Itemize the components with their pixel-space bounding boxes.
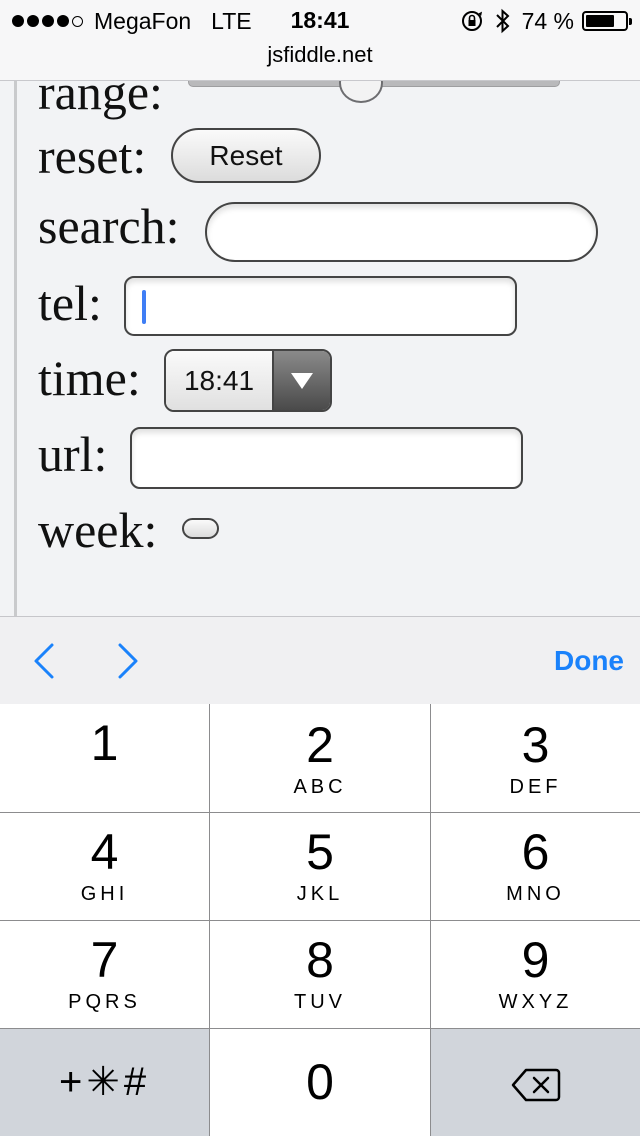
search-label: search: <box>38 198 180 254</box>
key-letters: TUV <box>294 991 346 1013</box>
text-cursor <box>142 290 146 324</box>
url-label: url: <box>38 426 108 482</box>
key-7[interactable]: 7 PQRS <box>0 921 210 1029</box>
numeric-keypad: 1 2 ABC 3 DEF 4 GHI 5 JKL 6 MNO 7 PQRS 8… <box>0 704 640 1136</box>
key-digit: 8 <box>306 932 334 988</box>
done-button[interactable]: Done <box>554 645 624 677</box>
battery-icon <box>582 11 632 31</box>
keyboard-accessory-bar: Done <box>0 616 640 705</box>
key-letters: WXYZ <box>498 991 573 1013</box>
key-digit: 2 <box>306 717 334 773</box>
tel-label: tel: <box>38 275 102 331</box>
battery-percent: 74 % <box>521 7 574 34</box>
key-9[interactable]: 9 WXYZ <box>431 921 640 1029</box>
dropdown-arrow-icon[interactable] <box>272 351 330 410</box>
bluetooth-icon <box>494 8 512 34</box>
symbols-key[interactable]: +✳# <box>0 1029 210 1136</box>
key-2[interactable]: 2 ABC <box>210 704 431 813</box>
key-8[interactable]: 8 TUV <box>210 921 431 1029</box>
key-digit: 7 <box>90 932 119 988</box>
key-letters: JKL <box>296 883 344 905</box>
week-label: week: <box>38 502 158 558</box>
time-value: 18:41 <box>166 351 272 410</box>
key-digit: 5 <box>306 824 334 880</box>
page-content: range: reset: Reset search: tel: time: 1… <box>0 81 640 616</box>
range-slider-thumb[interactable] <box>339 81 383 103</box>
key-letters: DEF <box>509 776 562 798</box>
previous-field-icon[interactable] <box>24 639 64 683</box>
key-3[interactable]: 3 DEF <box>431 704 640 813</box>
key-letters: GHI <box>80 883 129 905</box>
key-letters: PQRS <box>68 991 141 1013</box>
key-6[interactable]: 6 MNO <box>431 813 640 921</box>
week-input[interactable] <box>182 518 219 539</box>
status-bar: MegaFon LTE 18:41 74 % jsfiddle.net <box>0 0 640 81</box>
signal-strength-icon <box>12 15 86 27</box>
key-4[interactable]: 4 GHI <box>0 813 210 921</box>
url-input[interactable] <box>130 427 523 489</box>
key-digit: 0 <box>306 1054 334 1110</box>
key-digit: 3 <box>521 717 550 773</box>
key-digit: 1 <box>90 715 119 771</box>
status-left: MegaFon LTE <box>12 7 252 35</box>
symbols-label: +✳# <box>58 1060 151 1104</box>
next-field-icon[interactable] <box>108 639 148 683</box>
key-digit: 6 <box>521 824 550 880</box>
range-label: range: <box>38 81 163 120</box>
key-digit: 9 <box>521 932 550 988</box>
key-letters: MNO <box>506 883 565 905</box>
tel-input[interactable] <box>124 276 517 336</box>
carrier-name: MegaFon <box>94 7 192 34</box>
status-right: 74 % <box>450 7 632 35</box>
key-0[interactable]: 0 <box>210 1029 431 1136</box>
key-letters: ABC <box>293 776 347 798</box>
orientation-lock-icon <box>460 9 484 33</box>
key-digit: 4 <box>90 824 119 880</box>
backspace-icon <box>511 1068 560 1102</box>
content-border <box>14 81 17 616</box>
address-url[interactable]: jsfiddle.net <box>0 42 640 68</box>
reset-label: reset: <box>38 128 147 184</box>
network-type: LTE <box>211 7 252 34</box>
time-label: time: <box>38 350 141 406</box>
time-picker[interactable]: 18:41 <box>164 349 332 412</box>
delete-key[interactable] <box>431 1029 640 1136</box>
key-5[interactable]: 5 JKL <box>210 813 431 921</box>
reset-button[interactable]: Reset <box>171 128 321 183</box>
search-input[interactable] <box>205 202 598 262</box>
key-1[interactable]: 1 <box>0 704 210 813</box>
